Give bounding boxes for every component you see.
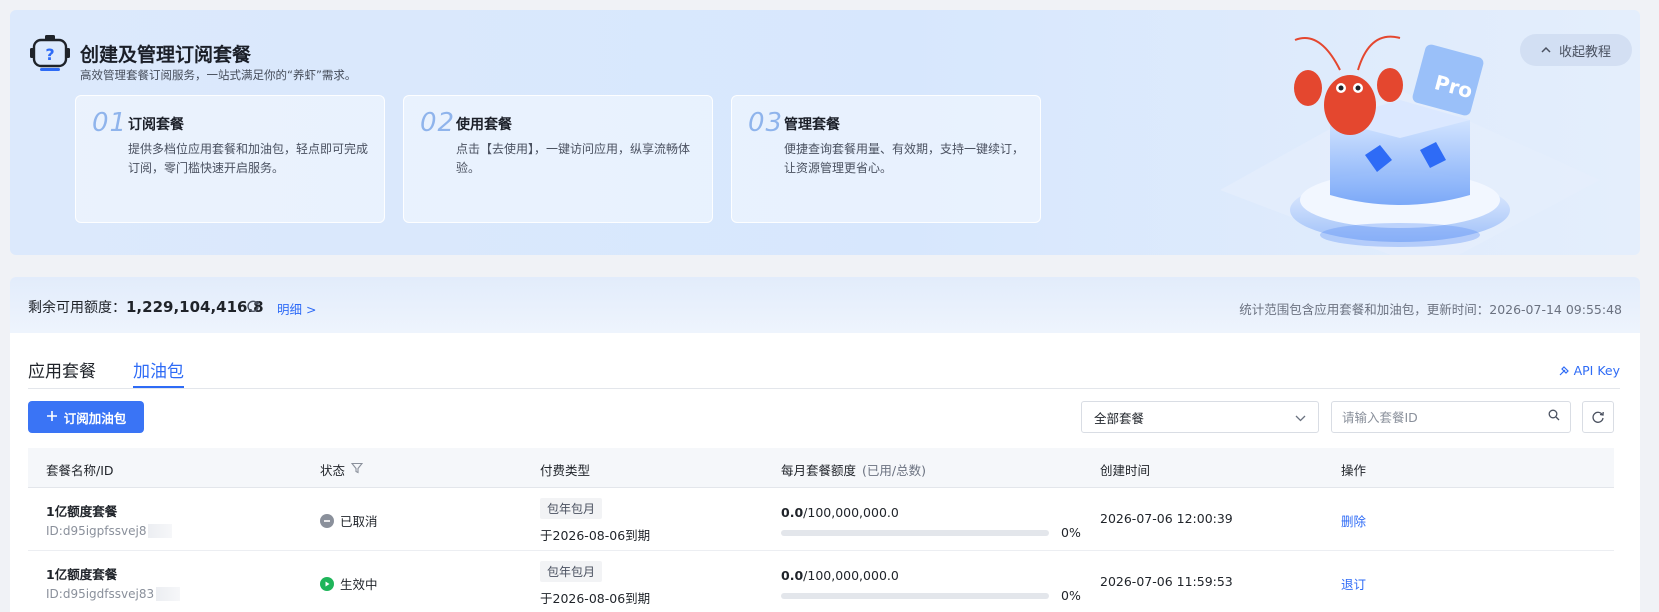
col-created: 创建时间 (1100, 463, 1151, 478)
remaining-quota: 剩余可用额度：1,229,104,416.8 (28, 297, 264, 317)
status-text: 生效中 (340, 577, 378, 592)
quota-used: 0.0 (781, 505, 804, 520)
delete-link[interactable]: 删除 (1341, 511, 1366, 530)
step-card-manage: 03 管理套餐 便捷查询套餐用量、有效期，支持一键续订，让资源管理更省心。 (731, 95, 1041, 223)
collapse-label: 收起教程 (1558, 44, 1611, 60)
col-quota: 每月套餐额度 (已用/总数) (781, 460, 926, 479)
pay-type-tag: 包年包月 (540, 561, 603, 582)
created-time: 2026-07-06 11:59:53 (1100, 574, 1233, 589)
expire-date: 于2026-08-06到期 (540, 591, 651, 606)
pay-type-tag: 包年包月 (540, 498, 603, 519)
table-row: 1亿额度套餐 ID:d95igpfssvej8 已取消 包年包月 于2026-0… (28, 488, 1614, 551)
status-text: 已取消 (340, 514, 378, 529)
refresh-icon (1592, 411, 1604, 423)
status-badge: 已取消 (320, 511, 378, 530)
quota-summary: 剩余可用额度：1,229,104,416.8 明细 > 统计范围包含应用套餐和加… (10, 277, 1640, 333)
package-name-cell: 1亿额度套餐 ID:d95igpfssvej8 (46, 501, 173, 538)
step-number: 02 (420, 108, 456, 138)
quota-cell: 0.0/100,000,000.0 0% (781, 568, 1081, 603)
redacted-block (156, 587, 181, 601)
step-number: 03 (748, 108, 784, 138)
package-tabs: 应用套餐 加油包 (28, 357, 1620, 389)
banner-subtitle: 高效管理套餐订阅服务，一站式满足你的“养虾”需求。 (80, 68, 357, 82)
package-id-text: ID:d95igdfssvej83 (46, 587, 155, 601)
subscribe-booster-button[interactable]: 订阅加油包 (28, 401, 144, 433)
col-action: 操作 (1341, 463, 1367, 478)
step-title: 订阅套餐 (128, 117, 184, 133)
col-quota-label: 每月套餐额度 (781, 463, 857, 478)
quota-update-note: 统计范围包含应用套餐和加油包，更新时间：2026-07-14 09:55:48 (1239, 302, 1622, 317)
search-input[interactable] (1342, 409, 1548, 425)
cancelled-icon (320, 513, 334, 528)
pay-type-cell: 包年包月 于2026-08-06到期 (540, 498, 650, 544)
package-id: ID:d95igdfssvej83 (46, 587, 181, 601)
col-status: 状态 (320, 460, 364, 479)
col-quota-hint: (已用/总数) (862, 463, 926, 478)
quota-total: /100,000,000.0 (803, 568, 899, 583)
package-name: 1亿额度套餐 (46, 567, 118, 582)
step-card-use: 02 使用套餐 点击【去使用】，一键访问应用，纵享流畅体验。 (403, 95, 713, 223)
quota-value: 1,229,104,416.8 (126, 298, 264, 316)
tab-booster-pack[interactable]: 加油包 (133, 357, 184, 388)
unsubscribe-link[interactable]: 退订 (1341, 574, 1366, 593)
refresh-list-button[interactable] (1582, 401, 1614, 433)
api-key-link[interactable]: API Key (1558, 363, 1620, 378)
subscribe-label: 订阅加油包 (63, 410, 127, 426)
svg-text:?: ? (45, 45, 54, 64)
step-card-subscribe: 01 订阅套餐 提供多档位应用套餐和加油包，轻点即可完成订阅，零门槛快速开启服务… (75, 95, 385, 223)
quota-cell: 0.0/100,000,000.0 0% (781, 505, 1081, 540)
package-name: 1亿额度套餐 (46, 504, 118, 519)
step-description: 提供多档位应用套餐和加油包，轻点即可完成订阅，零门槛快速开启服务。 (128, 142, 369, 175)
quota-total: /100,000,000.0 (803, 505, 899, 520)
progress-percent: 0% (1061, 588, 1081, 603)
expire-date: 于2026-08-06到期 (540, 528, 651, 543)
table-header: 套餐名称/ID 状态 付费类型 每月套餐额度 (已用/总数) 创建时间 操作 (28, 448, 1614, 488)
step-description: 点击【去使用】，一键访问应用，纵享流畅体验。 (456, 142, 691, 175)
collapse-tutorial-button[interactable]: 收起教程 (1520, 34, 1632, 66)
progress-track (781, 529, 1049, 536)
step-title: 使用套餐 (456, 117, 512, 133)
select-value: 全部套餐 (1094, 410, 1145, 426)
col-name: 套餐名称/ID (46, 463, 114, 478)
quota-detail-link[interactable]: 明细 > (277, 299, 316, 318)
tutorial-banner: ? 创建及管理订阅套餐 高效管理套餐订阅服务，一站式满足你的“养虾”需求。 01… (10, 10, 1640, 255)
search-icon[interactable] (1548, 409, 1560, 425)
package-id-text: ID:d95igpfssvej8 (46, 524, 147, 538)
package-name-cell: 1亿额度套餐 ID:d95igdfssvej83 (46, 564, 181, 601)
help-robot-icon: ? (30, 35, 70, 71)
quota-used: 0.0 (781, 568, 804, 583)
redacted-block (148, 524, 173, 538)
quota-progress: 0% (781, 525, 1081, 540)
filter-icon[interactable] (350, 462, 364, 477)
quota-progress: 0% (781, 588, 1081, 603)
quota-usage: 0.0/100,000,000.0 (781, 568, 1081, 583)
package-panel: 应用套餐 加油包 API Key 订阅加油包 全部套餐 套餐名称/ID (10, 333, 1640, 612)
col-pay-type: 付费类型 (540, 463, 591, 478)
package-id-search (1331, 401, 1571, 433)
package-filter-select[interactable]: 全部套餐 (1081, 401, 1319, 433)
step-number: 01 (92, 108, 128, 138)
booster-table: 套餐名称/ID 状态 付费类型 每月套餐额度 (已用/总数) 创建时间 操作 1… (28, 448, 1614, 612)
pay-type-cell: 包年包月 于2026-08-06到期 (540, 561, 650, 607)
chevron-up-icon (1541, 43, 1551, 58)
table-row: 1亿额度套餐 ID:d95igdfssvej83 生效中 包年包月 于2026-… (28, 551, 1614, 612)
refresh-icon[interactable] (246, 299, 260, 313)
package-id: ID:d95igpfssvej8 (46, 524, 173, 538)
chevron-down-icon (1295, 410, 1306, 425)
col-status-label: 状态 (320, 463, 346, 478)
tab-app-package[interactable]: 应用套餐 (28, 357, 96, 382)
quota-label: 剩余可用额度： (28, 300, 126, 316)
quota-usage: 0.0/100,000,000.0 (781, 505, 1081, 520)
banner-title: 创建及管理订阅套餐 (80, 44, 252, 66)
progress-percent: 0% (1061, 525, 1081, 540)
api-key-label: API Key (1573, 363, 1620, 378)
status-badge: 生效中 (320, 574, 378, 593)
step-description: 便捷查询套餐用量、有效期，支持一键续订，让资源管理更省心。 (784, 142, 1025, 175)
created-time: 2026-07-06 12:00:39 (1100, 511, 1233, 526)
key-icon (1559, 365, 1569, 375)
plus-icon (46, 410, 58, 425)
step-title: 管理套餐 (784, 117, 840, 133)
progress-track (781, 592, 1049, 599)
active-icon (320, 576, 334, 591)
